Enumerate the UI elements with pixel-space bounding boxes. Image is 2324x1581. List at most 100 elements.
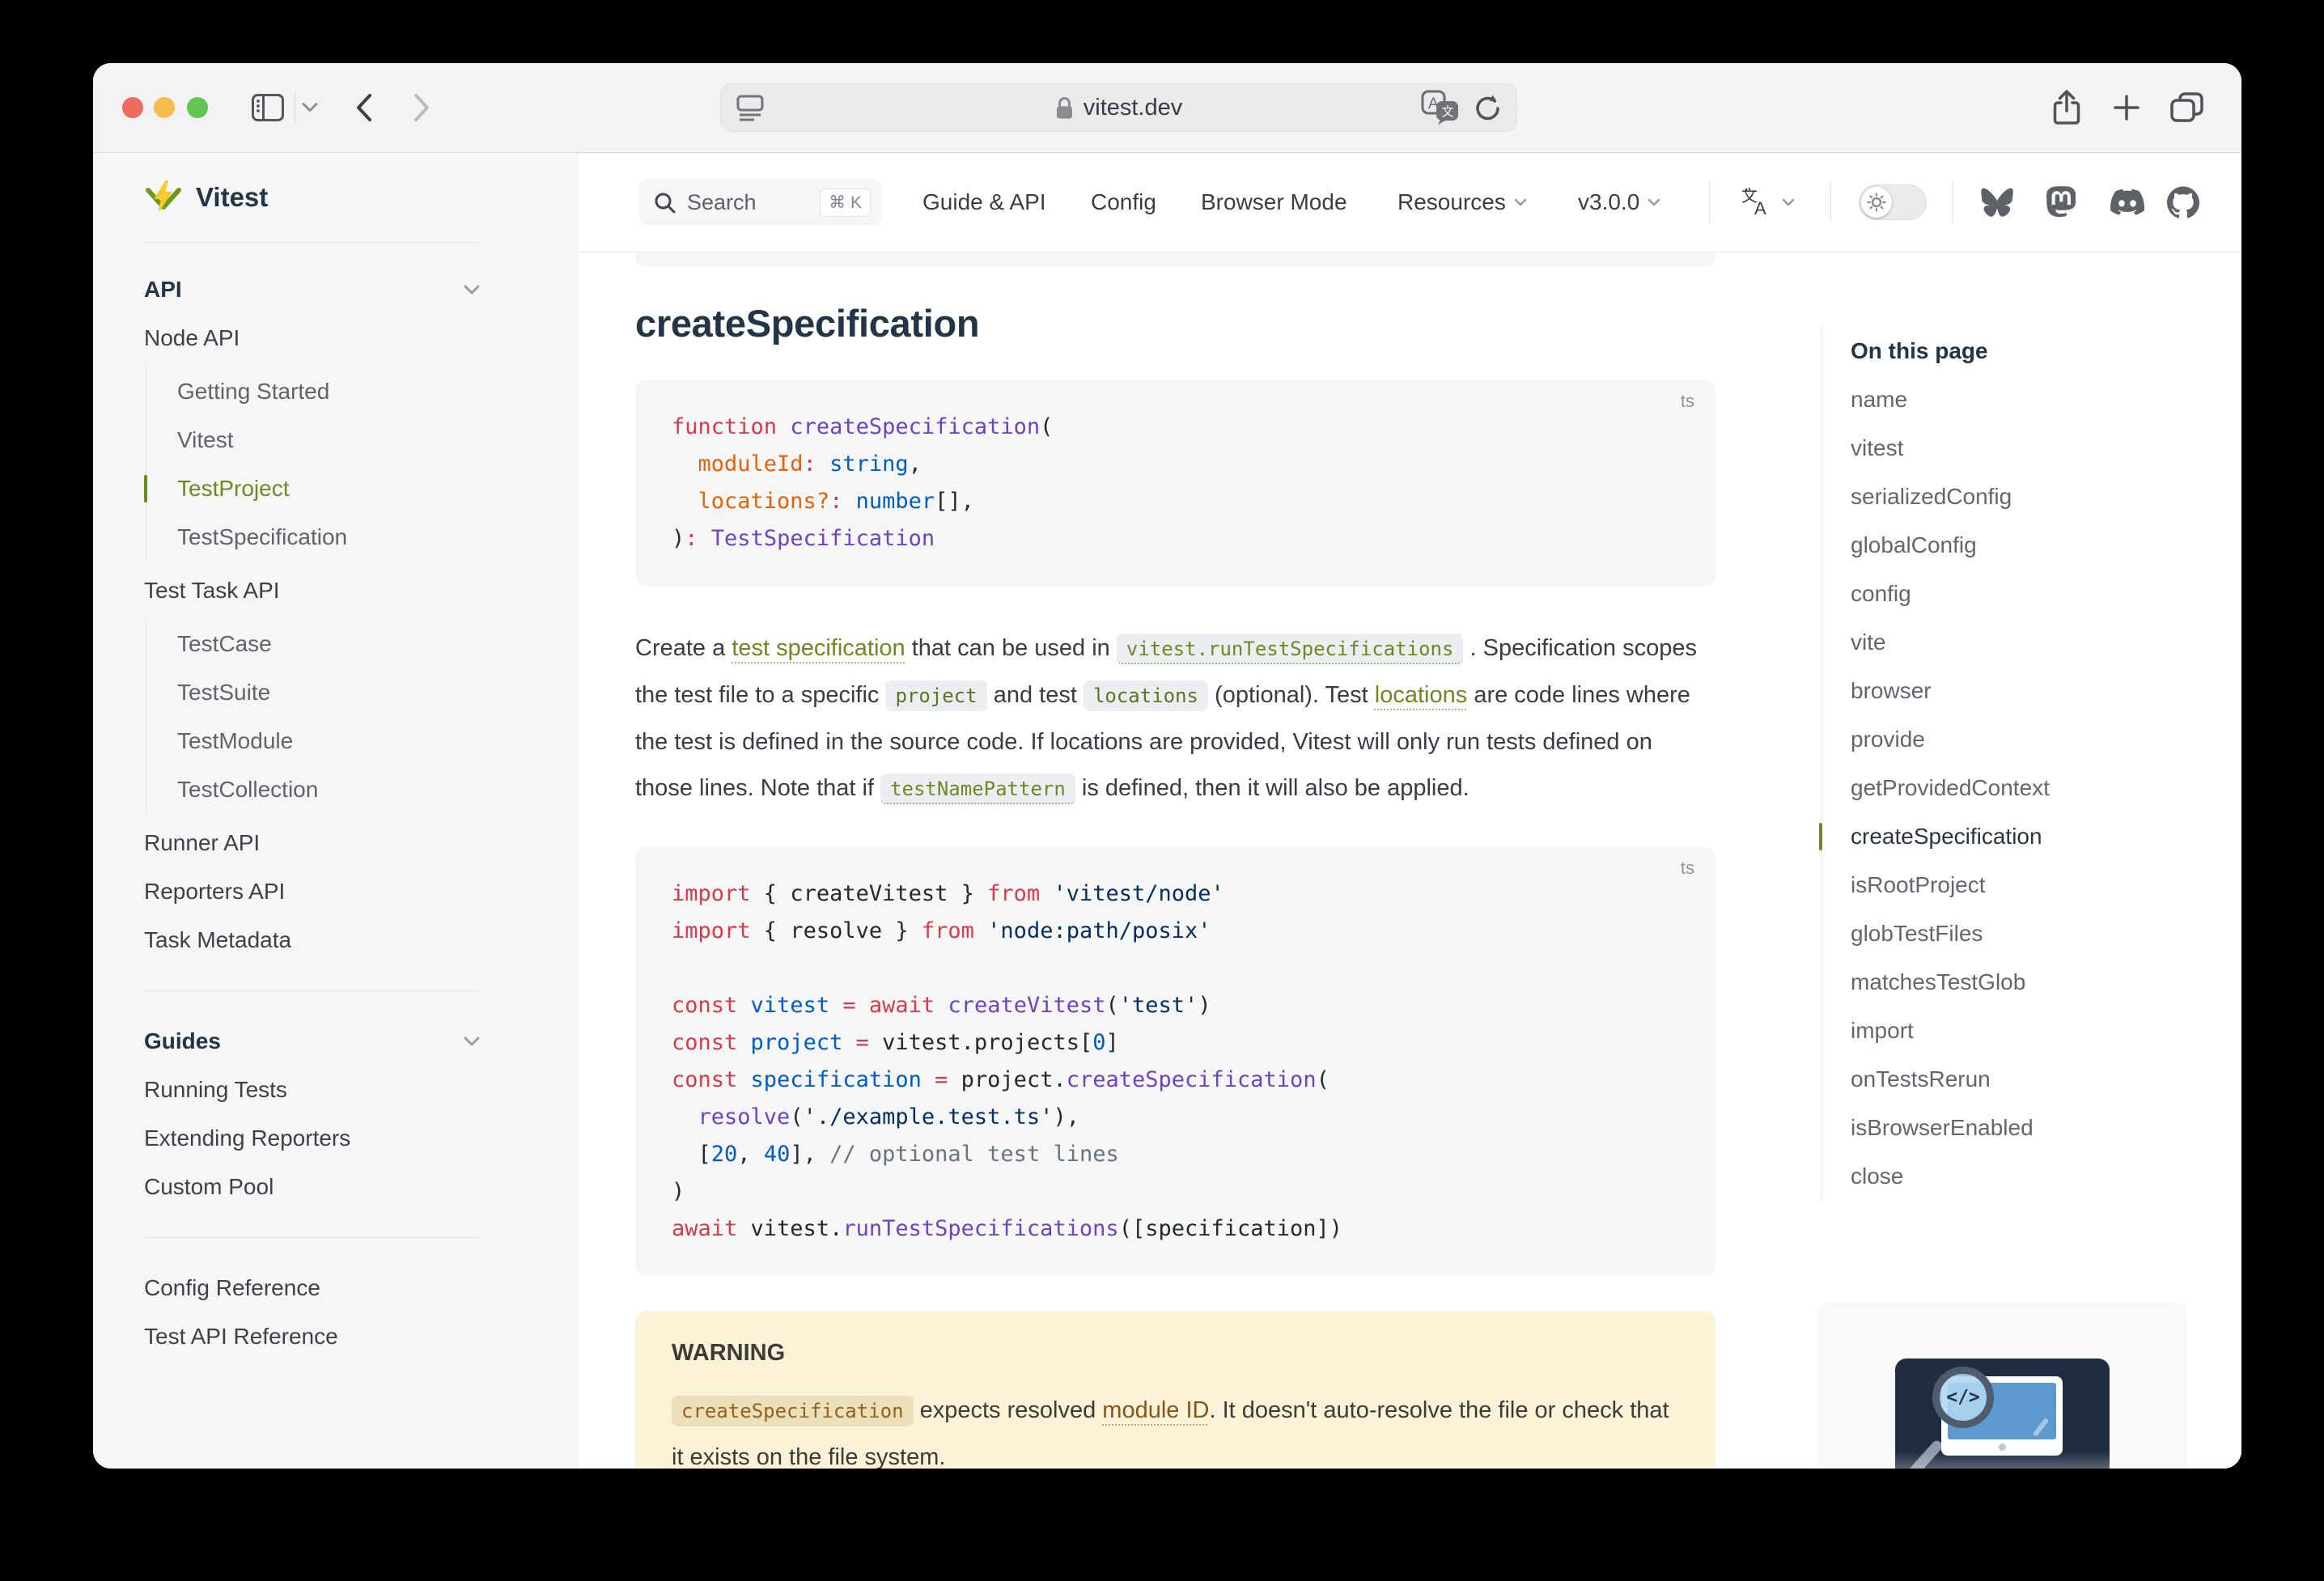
outline-item-vitest[interactable]: vitest: [1851, 424, 2169, 473]
sidebar-item-testspecification[interactable]: TestSpecification: [177, 513, 480, 562]
sidebar-item-getting-started[interactable]: Getting Started: [177, 367, 480, 416]
nav-dropdown-resources[interactable]: Resources: [1397, 153, 1527, 252]
text-segment: that can be used in: [905, 635, 1117, 661]
nav-dropdown-label: Resources: [1397, 189, 1506, 215]
sidebar-item-testsuite[interactable]: TestSuite: [177, 668, 480, 717]
outline-item-matchestestglob[interactable]: matchesTestGlob: [1851, 958, 2169, 1007]
text-segment: is defined, then it will also be applied…: [1075, 775, 1469, 801]
outline-item-browser[interactable]: browser: [1851, 667, 2169, 715]
address-bar[interactable]: vitest.dev A文: [720, 83, 1517, 132]
inline-link[interactable]: vitest.runTestSpecifications: [1117, 634, 1464, 664]
nav-dropdown-label: v3.0.0: [1578, 189, 1639, 215]
inline-link[interactable]: test specification: [732, 635, 905, 661]
sidebar-item-custom-pool[interactable]: Custom Pool: [144, 1163, 480, 1211]
chevron-down-icon: [1514, 198, 1527, 207]
outline-title: On this page: [1851, 327, 2169, 375]
outline-item-config[interactable]: config: [1851, 570, 2169, 618]
code-lines: function createSpecification( moduleId: …: [672, 409, 1691, 557]
outline-item-globtestfiles[interactable]: globTestFiles: [1851, 909, 2169, 958]
outline-item-serializedconfig[interactable]: serializedConfig: [1851, 473, 2169, 521]
outline-item-vite[interactable]: vite: [1851, 618, 2169, 667]
sidebar-sublist: TestCaseTestSuiteTestModuleTestCollectio…: [146, 620, 480, 814]
bluesky-icon[interactable]: [1981, 153, 2013, 252]
url-display: vitest.dev: [721, 84, 1516, 131]
translate-icon[interactable]: A文: [1421, 90, 1460, 125]
code-line: locations?: number[],: [672, 483, 1691, 520]
nav-link-label: Config: [1091, 189, 1156, 215]
code-line: const vitest = await createVitest('test'…: [672, 987, 1691, 1024]
sidebar-section-api[interactable]: API: [144, 265, 480, 314]
outline-item-import[interactable]: import: [1851, 1007, 2169, 1055]
sidebar-item-testmodule[interactable]: TestModule: [177, 717, 480, 765]
code-lines: import { createVitest } from 'vitest/nod…: [672, 875, 1691, 1248]
forward-button[interactable]: [413, 92, 432, 123]
chevron-down-icon[interactable]: [302, 103, 318, 113]
sidebar-item-test-task-api[interactable]: Test Task API: [144, 566, 480, 615]
main-area: Search ⌘ K Guide & API Config Browser Mo…: [579, 153, 2241, 1469]
outline-item-close[interactable]: close: [1851, 1152, 2169, 1201]
outline-item-name[interactable]: name: [1851, 375, 2169, 424]
sidebar-item-testproject[interactable]: TestProject: [177, 464, 480, 513]
page-content: createSpecification ts function createSp…: [579, 252, 2241, 1469]
reload-icon[interactable]: [1473, 91, 1503, 124]
sidebar-item-runner-api[interactable]: Runner API: [144, 819, 480, 867]
section-label: Guides: [144, 1028, 221, 1054]
zoom-window-button[interactable]: [187, 97, 208, 118]
sidebar-item-node-api[interactable]: Node API: [144, 314, 480, 362]
outline-item-ontestsrerun[interactable]: onTestsRerun: [1851, 1055, 2169, 1104]
translate-icon: 文A: [1740, 187, 1774, 218]
back-button[interactable]: [354, 92, 373, 123]
warning-callout: WARNING createSpecification expects reso…: [635, 1311, 1715, 1469]
sidebar-item-test-api-reference[interactable]: Test API Reference: [144, 1312, 480, 1361]
language-switcher[interactable]: 文A: [1740, 153, 1795, 252]
inline-link[interactable]: testNamePattern: [880, 774, 1075, 804]
magnifier-icon: </>: [1932, 1367, 1994, 1428]
minimize-window-button[interactable]: [154, 97, 175, 118]
outline-item-getprovidedcontext[interactable]: getProvidedContext: [1851, 764, 2169, 812]
chevron-down-icon: [464, 1036, 480, 1047]
sidebar-toggle-icon[interactable]: [252, 94, 284, 121]
sidebar-item-extending-reporters[interactable]: Extending Reporters: [144, 1114, 480, 1163]
code-line: const project = vitest.projects[0]: [672, 1024, 1691, 1062]
site-logo[interactable]: Vitest: [144, 153, 480, 243]
theme-toggle-knob: [1861, 187, 1892, 218]
sidebar-item-task-metadata[interactable]: Task Metadata: [144, 916, 480, 964]
sidebar-item-testcollection[interactable]: TestCollection: [177, 765, 480, 814]
sidebar-item-reporters-api[interactable]: Reporters API: [144, 867, 480, 916]
github-icon[interactable]: [2167, 153, 2199, 252]
nav-divider: [1830, 182, 1831, 223]
inline-code: locations: [1084, 680, 1208, 711]
tab-overview-icon[interactable]: [2169, 91, 2205, 124]
chevron-down-icon: [1782, 198, 1795, 207]
sidebar: Vitest APINode APIGetting StartedVitestT…: [93, 153, 579, 1469]
share-icon[interactable]: [2051, 89, 2082, 126]
nav-link-guide-api[interactable]: Guide & API: [922, 153, 1046, 252]
outline-item-globalconfig[interactable]: globalConfig: [1851, 521, 2169, 570]
sidebar-item-running-tests[interactable]: Running Tests: [144, 1066, 480, 1114]
outline-item-provide[interactable]: provide: [1851, 715, 2169, 764]
code-block-signature: ts function createSpecification( moduleI…: [635, 379, 1715, 587]
sidebar-section-guides[interactable]: Guides: [144, 1017, 480, 1066]
new-tab-icon[interactable]: [2111, 92, 2142, 123]
nav-link-config[interactable]: Config: [1091, 153, 1156, 252]
mastodon-icon[interactable]: [2046, 153, 2076, 252]
code-block-example: ts import { createVitest } from 'vitest/…: [635, 846, 1715, 1277]
theme-toggle[interactable]: [1859, 184, 1927, 220]
search-button[interactable]: Search ⌘ K: [639, 179, 882, 226]
close-window-button[interactable]: [122, 97, 143, 118]
discord-icon[interactable]: [2110, 153, 2144, 252]
sidebar-item-vitest[interactable]: Vitest: [177, 416, 480, 464]
outline-item-createspecification[interactable]: createSpecification: [1851, 812, 2169, 861]
sidebar-item-config-reference[interactable]: Config Reference: [144, 1264, 480, 1312]
inline-code: project: [885, 680, 986, 711]
nav-dropdown-version[interactable]: v3.0.0: [1578, 153, 1660, 252]
sponsor-card[interactable]: </>: [1818, 1302, 2186, 1469]
inline-link[interactable]: locations: [1375, 682, 1467, 708]
warning-text: createSpecification expects resolved mod…: [672, 1388, 1679, 1469]
outline-item-isrootproject[interactable]: isRootProject: [1851, 861, 2169, 909]
inline-link[interactable]: module ID: [1102, 1397, 1209, 1423]
code-line: ): [672, 1173, 1691, 1210]
nav-link-browser-mode[interactable]: Browser Mode: [1201, 153, 1347, 252]
sidebar-item-testcase[interactable]: TestCase: [177, 620, 480, 668]
outline-item-isbrowserenabled[interactable]: isBrowserEnabled: [1851, 1104, 2169, 1152]
